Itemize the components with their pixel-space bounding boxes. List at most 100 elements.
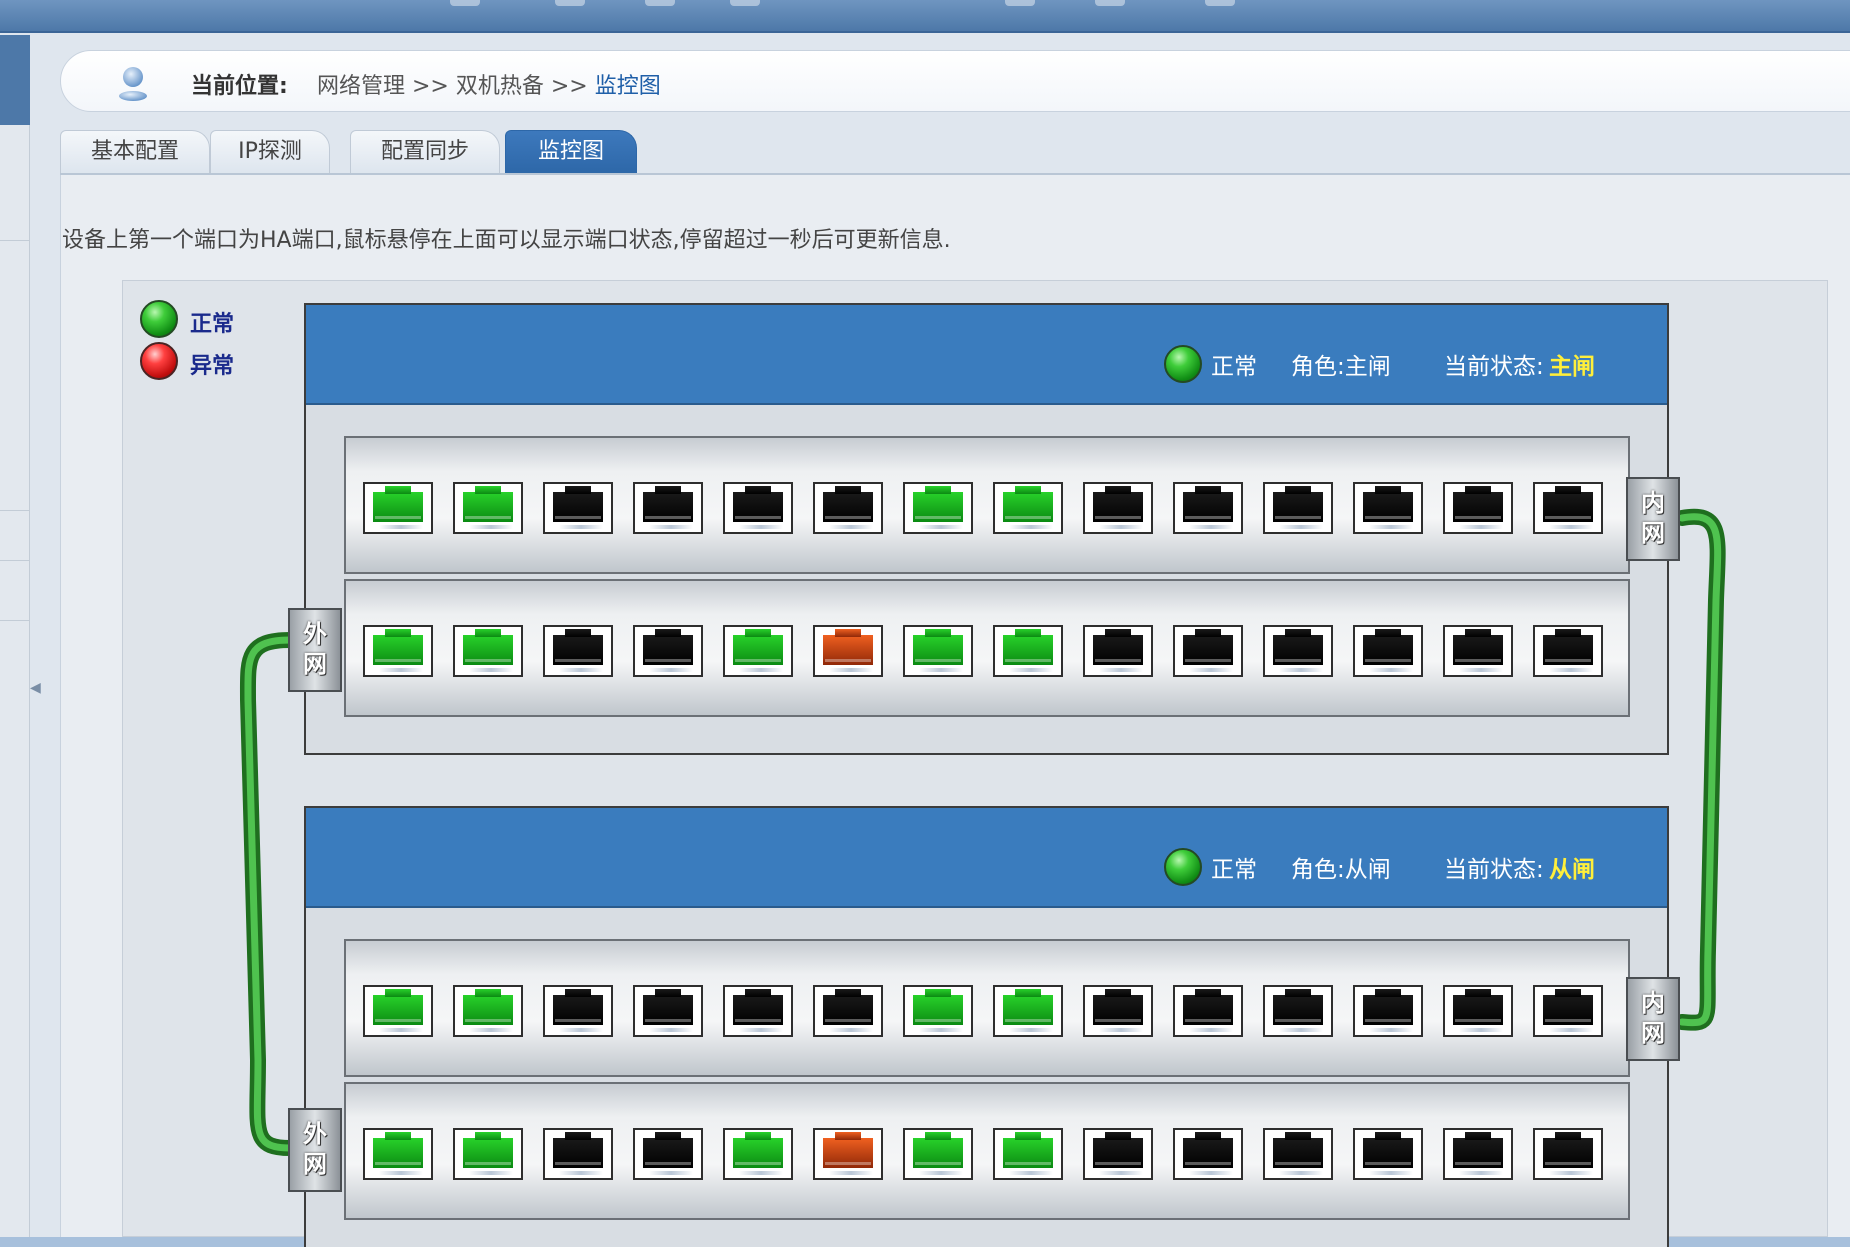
- ethernet-port[interactable]: [1173, 1128, 1243, 1180]
- ethernet-port[interactable]: [633, 482, 703, 534]
- port-socket-icon: [913, 989, 963, 1025]
- ethernet-port[interactable]: [1443, 482, 1513, 534]
- ethernet-port[interactable]: [903, 1128, 973, 1180]
- port-socket-icon: [1093, 486, 1143, 522]
- port-socket-icon: [823, 1132, 873, 1168]
- port-socket-icon: [643, 629, 693, 665]
- ethernet-port[interactable]: [993, 625, 1063, 677]
- port-socket-icon: [1183, 989, 1233, 1025]
- port-socket-icon: [463, 629, 513, 665]
- ethernet-port[interactable]: [1083, 482, 1153, 534]
- legend-normal-label: 正常: [190, 312, 235, 337]
- ethernet-port[interactable]: [543, 985, 613, 1037]
- ethernet-port[interactable]: [453, 625, 523, 677]
- ethernet-port[interactable]: [723, 482, 793, 534]
- ethernet-port[interactable]: [1083, 1128, 1153, 1180]
- ethernet-port[interactable]: [363, 625, 433, 677]
- port-shadow: [1189, 1171, 1233, 1175]
- port-socket-icon: [553, 486, 603, 522]
- port-shadow: [1009, 1028, 1053, 1032]
- ethernet-port[interactable]: [633, 625, 703, 677]
- ethernet-port[interactable]: [1263, 1128, 1333, 1180]
- ethernet-port[interactable]: [363, 1128, 433, 1180]
- inner-network-tag[interactable]: 内网: [1626, 477, 1680, 561]
- ethernet-port[interactable]: [813, 1128, 883, 1180]
- ethernet-port[interactable]: [1353, 625, 1423, 677]
- port-socket-icon: [1273, 486, 1323, 522]
- ethernet-port[interactable]: [813, 625, 883, 677]
- port-shadow: [1099, 1171, 1143, 1175]
- device-status-icon: [1164, 345, 1202, 383]
- ethernet-port[interactable]: [633, 1128, 703, 1180]
- port-shadow: [1009, 668, 1053, 672]
- ethernet-port[interactable]: [813, 985, 883, 1037]
- ethernet-port[interactable]: [723, 1128, 793, 1180]
- port-shadow: [379, 525, 423, 529]
- ethernet-port[interactable]: [1353, 482, 1423, 534]
- ethernet-port[interactable]: [453, 985, 523, 1037]
- port-shadow: [1549, 1171, 1593, 1175]
- port-socket-icon: [1183, 1132, 1233, 1168]
- ethernet-port[interactable]: [1533, 482, 1603, 534]
- ethernet-port[interactable]: [723, 625, 793, 677]
- green-status-icon: [140, 300, 178, 338]
- ethernet-port[interactable]: [1533, 1128, 1603, 1180]
- ethernet-port[interactable]: [363, 985, 433, 1037]
- port-shadow: [1279, 668, 1323, 672]
- ethernet-port[interactable]: [903, 625, 973, 677]
- ethernet-port[interactable]: [903, 985, 973, 1037]
- ethernet-port[interactable]: [1173, 625, 1243, 677]
- ethernet-port[interactable]: [1083, 985, 1153, 1037]
- port-socket-icon: [1453, 1132, 1503, 1168]
- ethernet-port[interactable]: [903, 482, 973, 534]
- ethernet-port[interactable]: [633, 985, 703, 1037]
- ethernet-port[interactable]: [1443, 985, 1513, 1037]
- ethernet-port[interactable]: [543, 1128, 613, 1180]
- port-socket-icon: [733, 629, 783, 665]
- ethernet-port[interactable]: [1263, 985, 1333, 1037]
- port-socket-icon: [913, 629, 963, 665]
- port-panel-bottom: [344, 579, 1630, 717]
- device-role: 角色:从闸: [1291, 857, 1391, 883]
- ethernet-port[interactable]: [1443, 625, 1513, 677]
- ethernet-port[interactable]: [1353, 1128, 1423, 1180]
- ethernet-port[interactable]: [993, 482, 1063, 534]
- port-socket-icon: [1093, 629, 1143, 665]
- inner-network-tag[interactable]: 内网: [1626, 977, 1680, 1061]
- port-socket-icon: [553, 989, 603, 1025]
- ethernet-port[interactable]: [1263, 482, 1333, 534]
- ethernet-port[interactable]: [1173, 482, 1243, 534]
- ethernet-port[interactable]: [813, 482, 883, 534]
- ethernet-port[interactable]: [1353, 985, 1423, 1037]
- port-socket-icon: [733, 1132, 783, 1168]
- legend-abnormal-label: 异常: [190, 354, 235, 379]
- port-socket-icon: [1453, 989, 1503, 1025]
- ethernet-port[interactable]: [1443, 1128, 1513, 1180]
- port-socket-icon: [1363, 1132, 1413, 1168]
- port-shadow: [739, 668, 783, 672]
- ethernet-port[interactable]: [543, 482, 613, 534]
- ethernet-port[interactable]: [453, 1128, 523, 1180]
- ethernet-port[interactable]: [1533, 625, 1603, 677]
- ethernet-port[interactable]: [993, 1128, 1063, 1180]
- ethernet-port[interactable]: [993, 985, 1063, 1037]
- port-socket-icon: [1363, 486, 1413, 522]
- ethernet-port[interactable]: [1263, 625, 1333, 677]
- ethernet-port[interactable]: [1173, 985, 1243, 1037]
- ethernet-port[interactable]: [363, 482, 433, 534]
- ethernet-port[interactable]: [1083, 625, 1153, 677]
- ethernet-port[interactable]: [453, 482, 523, 534]
- port-shadow: [829, 1028, 873, 1032]
- ethernet-port[interactable]: [543, 625, 613, 677]
- ethernet-port[interactable]: [723, 985, 793, 1037]
- port-shadow: [1369, 668, 1413, 672]
- port-shadow: [1189, 525, 1233, 529]
- port-shadow: [1369, 525, 1413, 529]
- port-socket-icon: [1363, 989, 1413, 1025]
- outer-network-tag[interactable]: 外网: [288, 608, 342, 692]
- port-shadow: [1549, 668, 1593, 672]
- port-socket-icon: [1003, 989, 1053, 1025]
- outer-network-tag[interactable]: 外网: [288, 1108, 342, 1192]
- device-state-label: 当前状态:: [1444, 354, 1544, 380]
- ethernet-port[interactable]: [1533, 985, 1603, 1037]
